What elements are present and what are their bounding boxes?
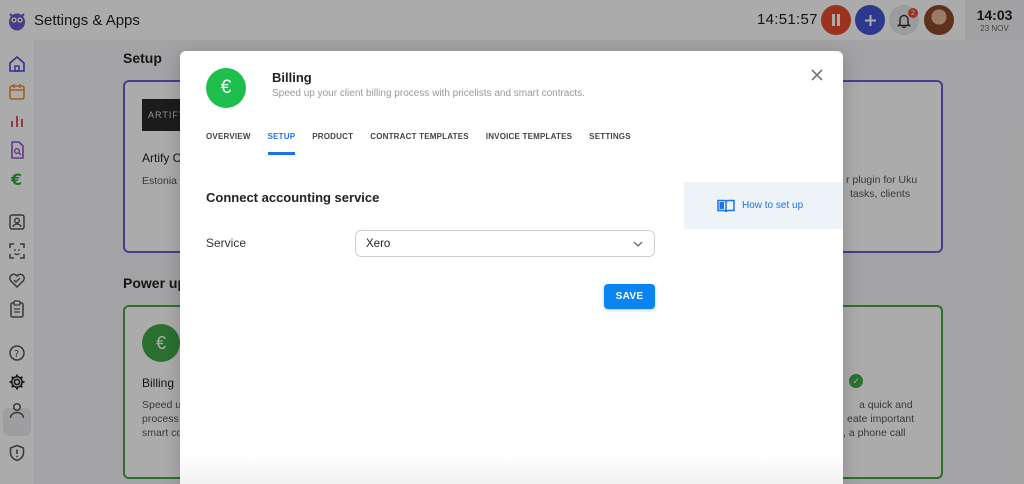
- modal-subtitle: Speed up your client billing process wit…: [272, 88, 585, 99]
- service-select-value: Xero: [366, 238, 391, 250]
- close-icon[interactable]: [809, 67, 825, 83]
- chevron-down-icon: [633, 241, 643, 247]
- euro-icon: €: [206, 68, 246, 108]
- tab-contract-templates[interactable]: CONTRACT TEMPLATES: [370, 132, 469, 156]
- how-to-set-up-panel[interactable]: How to set up: [684, 182, 843, 229]
- service-label: Service: [206, 236, 247, 250]
- tab-settings[interactable]: SETTINGS: [589, 132, 631, 156]
- modal-title: Billing: [272, 70, 312, 85]
- modal-tabs: OVERVIEW SETUP PRODUCT CONTRACT TEMPLATE…: [206, 132, 648, 156]
- save-button[interactable]: SAVE: [604, 284, 655, 309]
- tab-setup[interactable]: SETUP: [267, 132, 296, 156]
- modal-bottom-fade: [180, 454, 843, 484]
- tab-product[interactable]: PRODUCT: [312, 132, 353, 156]
- service-select[interactable]: Xero: [355, 230, 655, 257]
- tab-overview[interactable]: OVERVIEW: [206, 132, 251, 156]
- connect-accounting-heading: Connect accounting service: [206, 190, 380, 205]
- book-icon: [717, 199, 735, 213]
- tab-invoice-templates[interactable]: INVOICE TEMPLATES: [486, 132, 572, 156]
- billing-modal: € Billing Speed up your client billing p…: [180, 51, 843, 484]
- how-to-set-up-link[interactable]: How to set up: [742, 200, 803, 211]
